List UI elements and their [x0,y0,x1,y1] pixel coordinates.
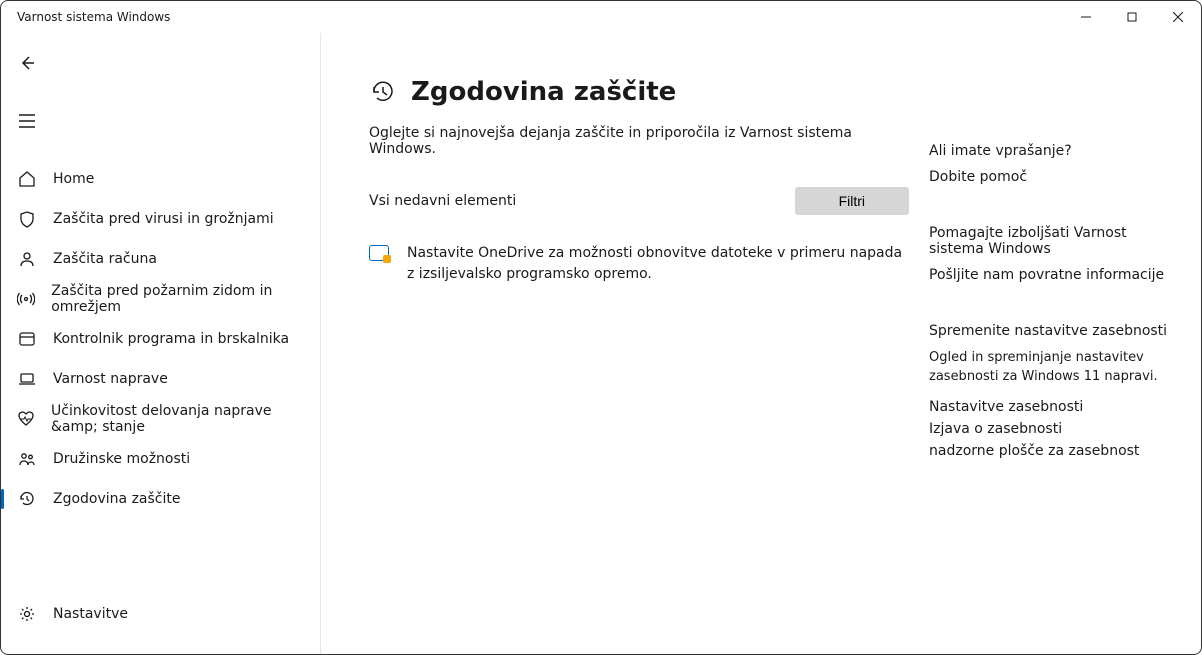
onedrive-setup-icon [369,245,389,265]
sidebar-item-label: Kontrolnik programa in brskalnika [53,331,289,347]
sidebar-item-label: Home [53,171,94,187]
hamburger-button[interactable] [7,101,47,141]
sidebar-item-label: Zgodovina zaščite [53,491,180,507]
main-area: Zgodovina zaščite Oglejte si najnovejša … [321,33,1201,654]
shield-icon [17,209,37,229]
sidebar-item-virus[interactable]: Zaščita pred virusi in grožnjami [1,199,320,239]
nav-list: Home Zaščita pred virusi in grožnjami Za… [1,159,320,594]
gear-icon [17,604,37,624]
filter-button[interactable]: Filtri [795,187,909,215]
page-subtitle: Oglejte si najnovejša dejanja zaščite in… [369,125,909,157]
close-button[interactable] [1155,1,1201,33]
recommendation-card[interactable]: Nastavite OneDrive za možnosti obnovitve… [369,243,909,285]
window-controls [1063,1,1201,33]
aside-improve-heading: Pomagajte izboljšati Varnost sistema Win… [929,225,1181,257]
sidebar-item-label: Zaščita računa [53,251,157,267]
sidebar-item-label: Družinske možnosti [53,451,190,467]
sidebar-item-label: Varnost naprave [53,371,168,387]
minimize-button[interactable] [1063,1,1109,33]
sidebar-item-appbrowser[interactable]: Kontrolnik programa in brskalnika [1,319,320,359]
section-header-row: Vsi nedavni elementi Filtri [369,187,909,215]
sidebar-item-home[interactable]: Home [1,159,320,199]
sidebar-item-account[interactable]: Zaščita računa [1,239,320,279]
person-icon [17,249,37,269]
page-title: Zgodovina zaščite [411,77,676,107]
privacy-dashboard-link[interactable]: nadzorne plošče za zasebnost [929,443,1181,459]
sidebar-item-label: Nastavitve [53,606,128,622]
send-feedback-link[interactable]: Pošljite nam povratne informacije [929,267,1181,283]
back-button[interactable] [7,43,47,83]
home-icon [17,169,37,189]
laptop-icon [17,369,37,389]
sidebar-item-label: Zaščita pred virusi in grožnjami [53,211,274,227]
sidebar-item-family[interactable]: Družinske možnosti [1,439,320,479]
aside-question-heading: Ali imate vprašanje? [929,143,1181,159]
sidebar-item-history[interactable]: Zgodovina zaščite [1,479,320,519]
sidebar-item-perf[interactable]: Učinkovitost delovanja naprave &amp; sta… [1,399,320,439]
sidebar-item-settings[interactable]: Nastavitve [1,594,320,634]
section-label: Vsi nedavni elementi [369,193,516,209]
maximize-button[interactable] [1109,1,1155,33]
heart-pulse-icon [17,409,35,429]
get-help-link[interactable]: Dobite pomoč [929,169,1181,185]
page-header: Zgodovina zaščite [369,77,909,107]
window-title: Varnost sistema Windows [17,10,170,24]
history-icon [17,489,37,509]
aside-privacy-heading: Spremenite nastavitve zasebnosti [929,323,1181,339]
people-icon [17,449,37,469]
app-window-icon [17,329,37,349]
sidebar-item-label: Učinkovitost delovanja naprave &amp; sta… [51,403,320,435]
sidebar-item-devicesec[interactable]: Varnost naprave [1,359,320,399]
privacy-settings-link[interactable]: Nastavitve zasebnosti [929,399,1181,415]
aside: Ali imate vprašanje? Dobite pomoč Pomaga… [909,77,1181,634]
network-icon [17,289,35,309]
history-icon [369,78,397,106]
sidebar: Home Zaščita pred virusi in grožnjami Za… [1,33,321,654]
privacy-statement-link[interactable]: Izjava o zasebnosti [929,421,1181,437]
sidebar-item-label: Zaščita pred požarnim zidom in omrežjem [51,283,320,315]
titlebar: Varnost sistema Windows [1,1,1201,33]
sidebar-item-firewall[interactable]: Zaščita pred požarnim zidom in omrežjem [1,279,320,319]
aside-privacy-text: Ogled in spreminjanje nastavitev zasebno… [929,349,1181,387]
recommendation-text: Nastavite OneDrive za možnosti obnovitve… [407,243,909,285]
